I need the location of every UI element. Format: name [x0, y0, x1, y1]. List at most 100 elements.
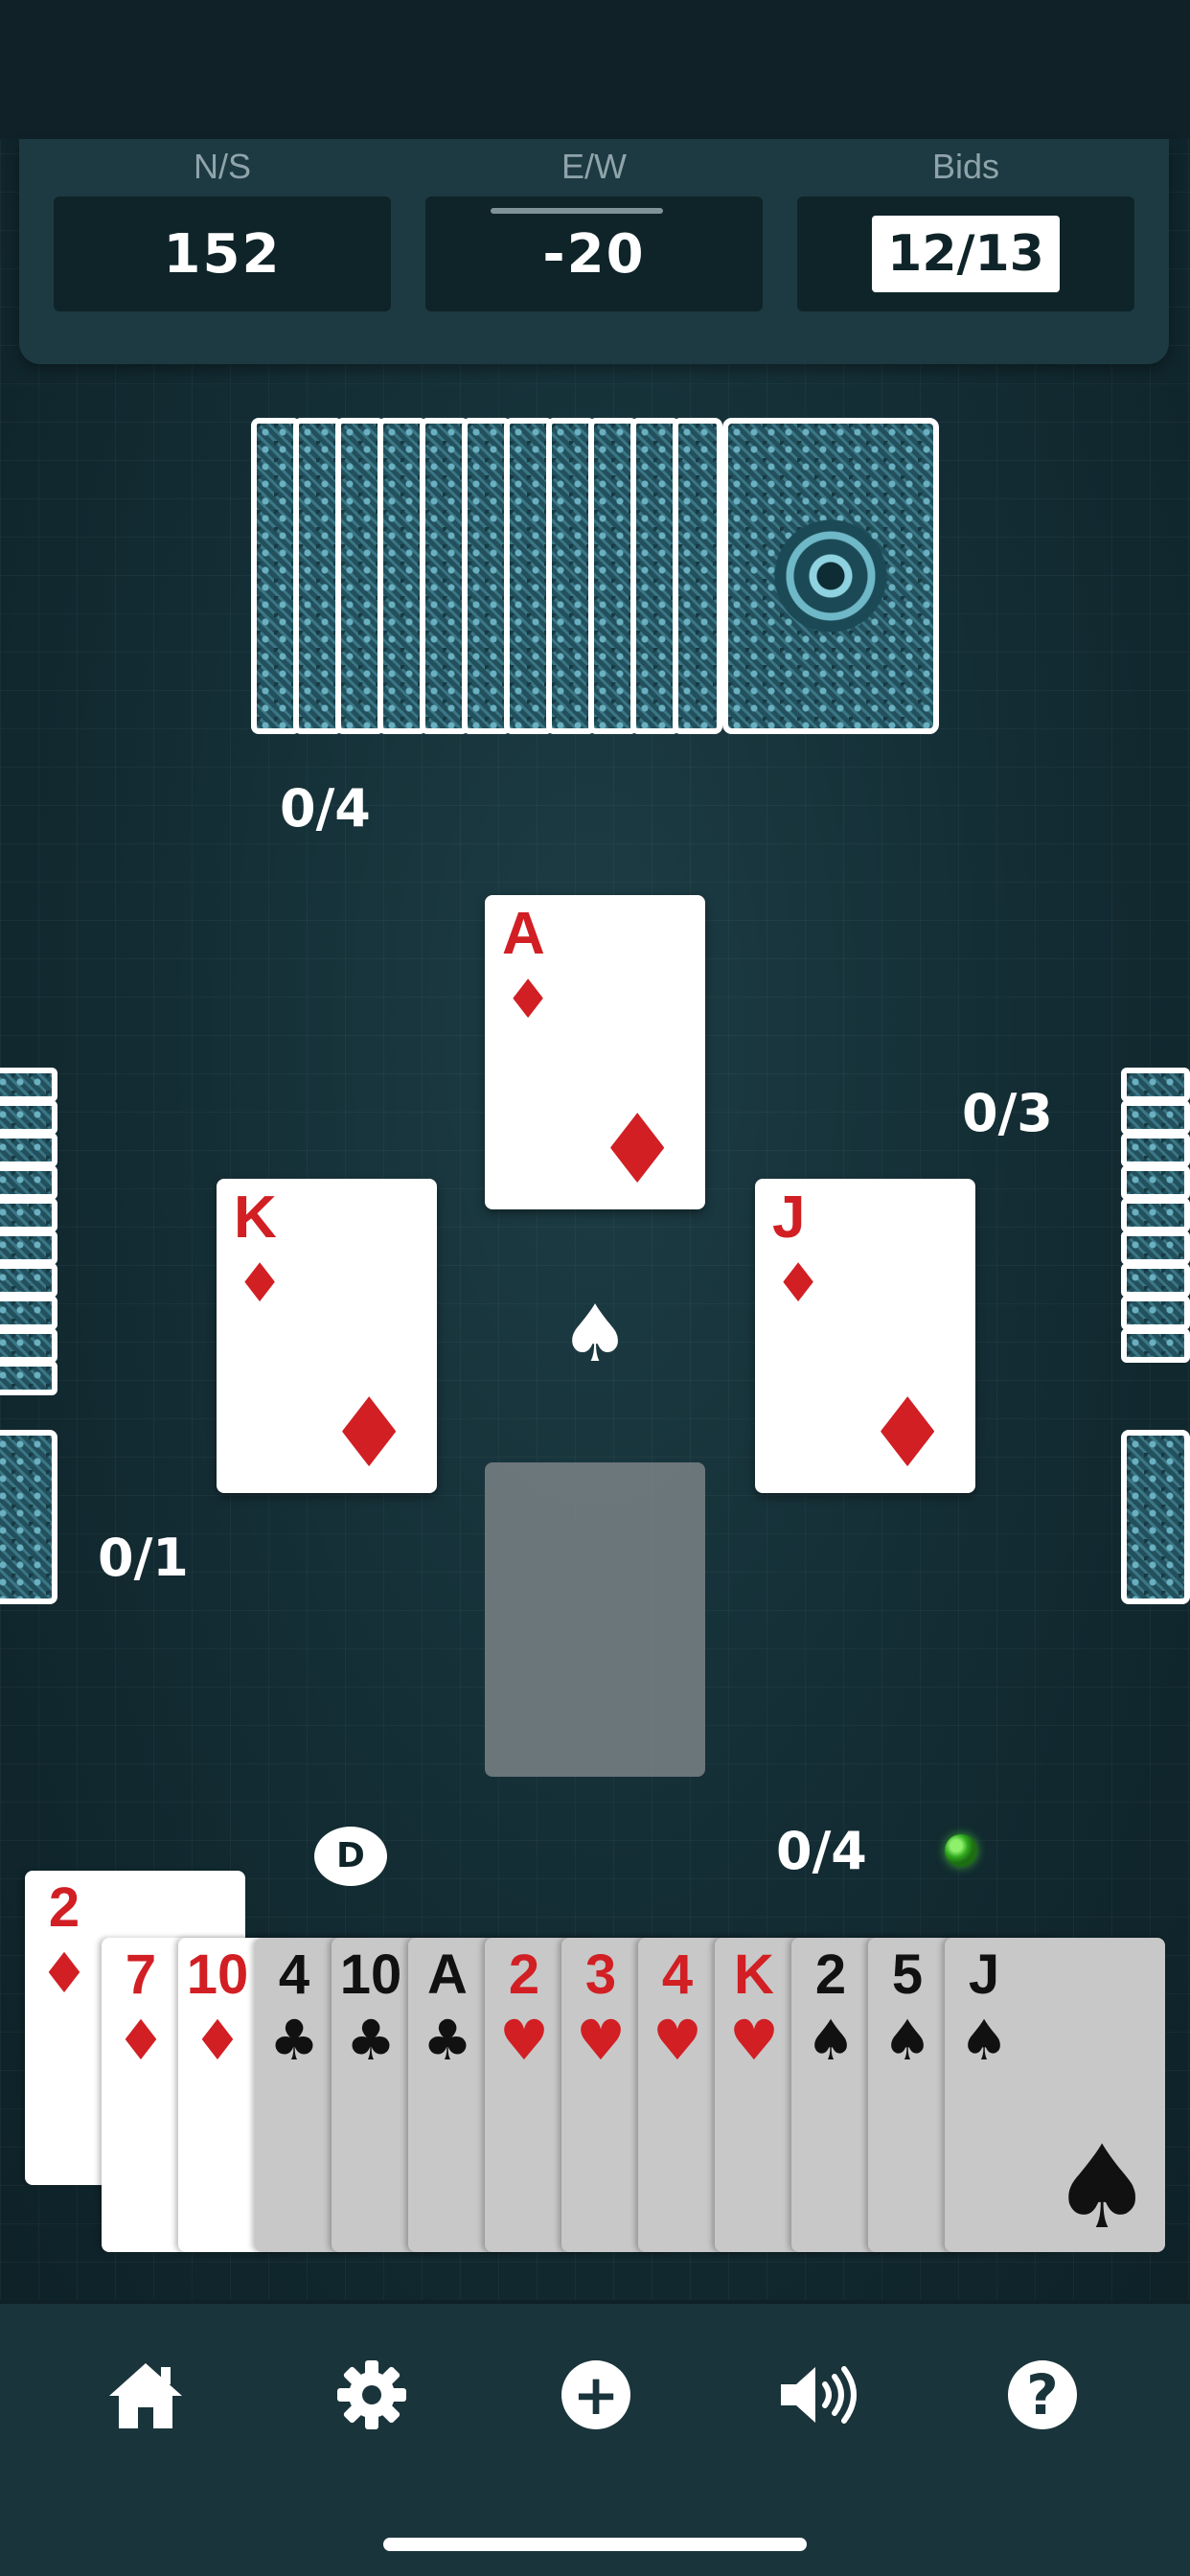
- club-icon: ♣: [423, 2008, 472, 2073]
- bids-label: Bids: [931, 147, 1000, 186]
- card-back: [1121, 1068, 1190, 1102]
- bids-value: 12/13: [872, 216, 1060, 292]
- south-trick-count: 0/4: [776, 1821, 867, 1881]
- ns-label: N/S: [193, 147, 251, 186]
- score-panel[interactable]: N/S 152 E/W -20 Bids 12/13: [19, 139, 1169, 364]
- bids-box: 12/13: [797, 196, 1134, 311]
- card-back: [0, 1165, 57, 1200]
- spade-icon: ♠: [1050, 2122, 1154, 2255]
- diamond-icon: ♦: [39, 1941, 89, 2006]
- settings-button[interactable]: [314, 2342, 429, 2448]
- diamond-icon: ♦: [594, 1093, 680, 1206]
- card-back: [0, 1430, 57, 1604]
- turn-indicator-dot: [945, 1834, 977, 1867]
- help-icon: ?: [1008, 2360, 1077, 2429]
- card-rank: J: [968, 1944, 1000, 2006]
- panel-drag-handle[interactable]: [491, 208, 663, 214]
- card-rank: 7: [125, 1944, 157, 2006]
- home-icon: [109, 2363, 182, 2428]
- home-indicator[interactable]: [383, 2538, 807, 2551]
- east-trick-count: 0/3: [962, 1083, 1053, 1143]
- add-icon: +: [561, 2360, 630, 2429]
- card-back: [673, 418, 722, 734]
- ew-score-column: E/W -20: [425, 139, 763, 311]
- card-back: [1121, 1100, 1190, 1135]
- card-rank: 4: [278, 1944, 310, 2006]
- trump-spade-icon: ♠: [560, 1289, 630, 1380]
- help-button[interactable]: ?: [985, 2342, 1100, 2448]
- west-hand: [0, 1068, 57, 1604]
- hand-card-j-spades[interactable]: J ♠ ♠: [945, 1938, 1165, 2252]
- card-back: [0, 1230, 57, 1265]
- card-back: [1121, 1430, 1190, 1604]
- dealer-chip: D: [314, 1827, 387, 1886]
- card-back: [0, 1068, 57, 1102]
- card-back: [1121, 1133, 1190, 1167]
- north-trick-count: 0/4: [280, 778, 371, 839]
- ns-score-column: N/S 152: [54, 139, 391, 311]
- sound-icon: [781, 2366, 857, 2424]
- card-back: [1121, 1165, 1190, 1200]
- card-back: [0, 1361, 57, 1395]
- diamond-icon: ♦: [236, 1253, 285, 1315]
- card-rank: 2: [814, 1944, 847, 2006]
- card-back: [0, 1198, 57, 1232]
- card-back: [0, 1263, 57, 1298]
- bids-column: Bids 12/13: [797, 139, 1134, 311]
- card-rank: 10: [186, 1944, 249, 2006]
- heart-icon: ♥: [652, 2008, 702, 2073]
- home-button[interactable]: [88, 2342, 203, 2448]
- east-hand: [1121, 1068, 1190, 1604]
- ew-score: -20: [542, 222, 646, 286]
- spade-icon: ♠: [882, 2008, 932, 2073]
- north-hand: [251, 418, 939, 734]
- bottom-nav-bar: + ?: [0, 2304, 1190, 2576]
- diamond-icon: ♦: [774, 1253, 823, 1315]
- card-rank: 3: [584, 1944, 617, 2006]
- card-back: [0, 1328, 57, 1363]
- card-back: [1121, 1263, 1190, 1298]
- west-trick-count: 0/1: [98, 1528, 189, 1588]
- spade-icon: ♠: [959, 2008, 1009, 2073]
- settings-gear-icon: [337, 2360, 406, 2429]
- card-rank: A: [502, 901, 545, 967]
- card-rank: J: [772, 1184, 806, 1251]
- new-game-button[interactable]: +: [538, 2342, 653, 2448]
- card-rank: K: [734, 1944, 774, 2006]
- diamond-icon: ♦: [326, 1377, 412, 1489]
- ew-score-box: -20: [425, 196, 763, 311]
- card-back: [1121, 1198, 1190, 1232]
- played-card-north: A ♦ ♦: [485, 895, 705, 1209]
- ew-label: E/W: [561, 147, 627, 186]
- status-bar: [0, 0, 1190, 139]
- played-card-west: K ♦ ♦: [217, 1179, 437, 1493]
- card-rank: 2: [48, 1876, 80, 1939]
- card-back: [0, 1100, 57, 1135]
- south-play-slot[interactable]: [485, 1462, 705, 1777]
- card-rank: 10: [339, 1944, 402, 2006]
- card-back: [722, 418, 939, 734]
- card-back: [0, 1296, 57, 1330]
- spade-icon: ♠: [806, 2008, 856, 2073]
- club-icon: ♣: [269, 2008, 319, 2073]
- ns-score-box: 152: [54, 196, 391, 311]
- heart-icon: ♥: [729, 2008, 779, 2073]
- club-icon: ♣: [346, 2008, 396, 2073]
- card-rank: 5: [891, 1944, 924, 2006]
- card-back: [1121, 1296, 1190, 1330]
- diamond-icon: ♦: [116, 2008, 166, 2073]
- card-back: [1121, 1230, 1190, 1265]
- diamond-icon: ♦: [864, 1377, 950, 1489]
- card-rank: 2: [508, 1944, 540, 2006]
- card-rank: A: [427, 1944, 468, 2006]
- diamond-icon: ♦: [193, 2008, 242, 2073]
- card-back-medallion: [773, 518, 888, 633]
- heart-icon: ♥: [499, 2008, 549, 2073]
- sound-button[interactable]: [763, 2342, 878, 2448]
- card-rank: K: [234, 1184, 277, 1251]
- ns-score: 152: [163, 222, 282, 286]
- card-back: [1121, 1328, 1190, 1363]
- played-card-east: J ♦ ♦: [755, 1179, 975, 1493]
- heart-icon: ♥: [576, 2008, 626, 2073]
- card-back: [0, 1133, 57, 1167]
